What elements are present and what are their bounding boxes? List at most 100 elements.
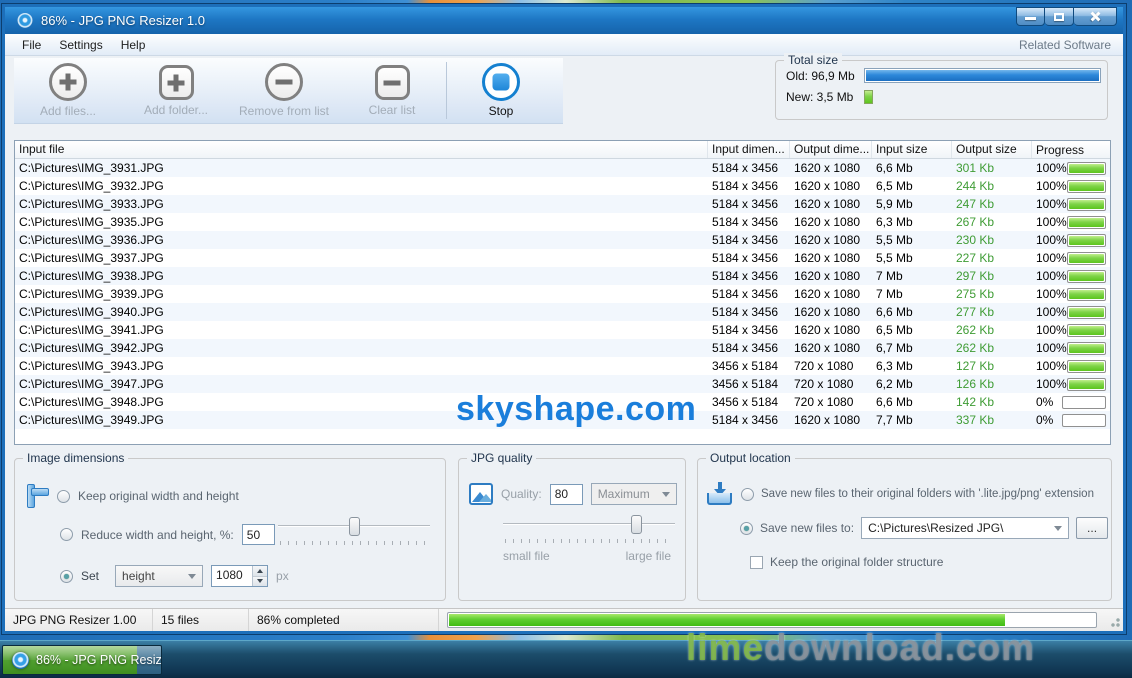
jpg-quality-title: JPG quality xyxy=(467,451,536,465)
title-bar[interactable]: 86% - JPG PNG Resizer 1.0 xyxy=(5,7,1123,34)
stepper-down-icon[interactable] xyxy=(253,576,267,587)
table-row[interactable]: C:\Pictures\IMG_3937.JPG5184 x 34561620 … xyxy=(15,249,1110,267)
stop-button[interactable]: Stop xyxy=(447,58,555,123)
cell-input-dimensions: 3456 x 5184 xyxy=(708,359,790,373)
quality-preset-select[interactable]: Maximum xyxy=(591,483,677,505)
col-input-file[interactable]: Input file xyxy=(15,141,708,158)
minimize-button[interactable] xyxy=(1016,7,1045,26)
px-unit-label: px xyxy=(276,569,289,583)
set-dimension-label: Set xyxy=(81,569,99,583)
taskbar-app-label: 86% - JPG PNG Resiz... xyxy=(36,653,162,667)
output-path-combobox[interactable]: C:\Pictures\Resized JPG\ xyxy=(861,517,1069,539)
status-completed: 86% completed xyxy=(249,609,439,631)
height-value-stepper[interactable]: 1080 xyxy=(211,565,268,587)
cell-output-size: 127 Kb xyxy=(952,359,1032,373)
row-progress-bar xyxy=(1062,414,1106,427)
cell-output-dimensions: 720 x 1080 xyxy=(790,395,872,409)
image-dimensions-title: Image dimensions xyxy=(23,451,128,465)
table-row[interactable]: C:\Pictures\IMG_3941.JPG5184 x 34561620 … xyxy=(15,321,1110,339)
add-folder-button[interactable]: Add folder... xyxy=(122,58,230,123)
cell-output-size: 301 Kb xyxy=(952,161,1032,175)
dimension-select[interactable]: height xyxy=(115,565,203,587)
cell-output-dimensions: 1620 x 1080 xyxy=(790,179,872,193)
resize-grip[interactable] xyxy=(1108,615,1120,627)
close-button[interactable] xyxy=(1074,7,1117,26)
cell-input-file: C:\Pictures\IMG_3933.JPG xyxy=(15,197,708,211)
quality-slider[interactable] xyxy=(503,515,675,545)
cell-input-size: 6,5 Mb xyxy=(872,323,952,337)
quality-input[interactable] xyxy=(550,484,583,505)
save-new-files-radio[interactable] xyxy=(740,522,753,535)
picture-icon xyxy=(469,483,493,505)
table-row[interactable]: C:\Pictures\IMG_3939.JPG5184 x 34561620 … xyxy=(15,285,1110,303)
col-input-dimensions[interactable]: Input dimen... xyxy=(708,141,790,158)
cell-output-size: 126 Kb xyxy=(952,377,1032,391)
cell-input-size: 5,5 Mb xyxy=(872,233,952,247)
clear-list-button[interactable]: Clear list xyxy=(338,58,446,123)
reduce-percent-slider[interactable] xyxy=(278,517,430,547)
menu-settings[interactable]: Settings xyxy=(50,36,111,54)
cell-progress: 100% xyxy=(1032,305,1110,319)
menu-help[interactable]: Help xyxy=(112,36,155,54)
browse-button[interactable]: ... xyxy=(1076,517,1108,539)
keep-original-radio[interactable] xyxy=(57,490,70,503)
small-file-label: small file xyxy=(503,549,550,563)
cell-input-dimensions: 5184 x 3456 xyxy=(708,251,790,265)
stepper-up-icon[interactable] xyxy=(253,566,267,576)
table-row[interactable]: C:\Pictures\IMG_3931.JPG5184 x 34561620 … xyxy=(15,159,1110,177)
output-location-group: Output location Save new files to their … xyxy=(697,458,1112,601)
row-progress-bar xyxy=(1067,252,1106,265)
status-progress-bar xyxy=(447,612,1097,628)
row-progress-bar xyxy=(1067,180,1106,193)
reduce-percent-input[interactable] xyxy=(242,524,275,545)
cell-input-file: C:\Pictures\IMG_3931.JPG xyxy=(15,161,708,175)
cell-input-size: 6,3 Mb xyxy=(872,215,952,229)
col-input-size[interactable]: Input size xyxy=(872,141,952,158)
keep-folder-structure-checkbox[interactable] xyxy=(750,556,763,569)
cell-input-size: 7 Mb xyxy=(872,269,952,283)
cell-input-dimensions: 5184 x 3456 xyxy=(708,179,790,193)
old-size-bar xyxy=(864,68,1101,83)
col-progress[interactable]: Progress xyxy=(1032,141,1110,158)
cell-progress: 100% xyxy=(1032,377,1110,391)
cell-output-size: 142 Kb xyxy=(952,395,1032,409)
cell-output-size: 244 Kb xyxy=(952,179,1032,193)
table-row[interactable]: C:\Pictures\IMG_3942.JPG5184 x 34561620 … xyxy=(15,339,1110,357)
table-row[interactable]: C:\Pictures\IMG_3935.JPG5184 x 34561620 … xyxy=(15,213,1110,231)
menu-file[interactable]: File xyxy=(13,36,50,54)
chevron-down-icon xyxy=(188,574,196,579)
cell-input-file: C:\Pictures\IMG_3942.JPG xyxy=(15,341,708,355)
save-original-folders-radio[interactable] xyxy=(741,488,754,501)
cell-progress: 100% xyxy=(1032,161,1110,175)
cell-input-file: C:\Pictures\IMG_3938.JPG xyxy=(15,269,708,283)
related-software-link[interactable]: Related Software xyxy=(1019,38,1115,52)
file-table-body: C:\Pictures\IMG_3931.JPG5184 x 34561620 … xyxy=(15,159,1110,429)
maximize-button[interactable] xyxy=(1045,7,1074,26)
col-output-size[interactable]: Output size xyxy=(952,141,1032,158)
table-row[interactable]: C:\Pictures\IMG_3933.JPG5184 x 34561620 … xyxy=(15,195,1110,213)
table-row[interactable]: C:\Pictures\IMG_3940.JPG5184 x 34561620 … xyxy=(15,303,1110,321)
output-location-title: Output location xyxy=(706,451,795,465)
row-progress-bar xyxy=(1067,234,1106,247)
col-output-dimensions[interactable]: Output dime... xyxy=(790,141,872,158)
cell-output-dimensions: 1620 x 1080 xyxy=(790,413,872,427)
table-row[interactable]: C:\Pictures\IMG_3938.JPG5184 x 34561620 … xyxy=(15,267,1110,285)
cell-input-dimensions: 5184 x 3456 xyxy=(708,305,790,319)
cell-input-size: 6,6 Mb xyxy=(872,395,952,409)
add-files-button[interactable]: Add files... xyxy=(14,58,122,123)
reduce-percent-radio[interactable] xyxy=(60,528,73,541)
clear-list-icon xyxy=(375,65,410,100)
set-dimension-radio[interactable] xyxy=(60,570,73,583)
taskbar-app-button[interactable]: 86% - JPG PNG Resiz... xyxy=(2,645,162,675)
table-row[interactable]: C:\Pictures\IMG_3932.JPG5184 x 34561620 … xyxy=(15,177,1110,195)
cell-output-size: 337 Kb xyxy=(952,413,1032,427)
remove-from-list-button[interactable]: Remove from list xyxy=(230,58,338,123)
new-size-label: New: 3,5 Mb xyxy=(786,90,864,104)
table-row[interactable]: C:\Pictures\IMG_3943.JPG3456 x 5184720 x… xyxy=(15,357,1110,375)
table-row[interactable]: C:\Pictures\IMG_3936.JPG5184 x 34561620 … xyxy=(15,231,1110,249)
cell-input-size: 6,7 Mb xyxy=(872,341,952,355)
old-size-label: Old: 96,9 Mb xyxy=(786,69,864,83)
cell-input-size: 7,7 Mb xyxy=(872,413,952,427)
cell-input-file: C:\Pictures\IMG_3941.JPG xyxy=(15,323,708,337)
cell-output-size: 277 Kb xyxy=(952,305,1032,319)
